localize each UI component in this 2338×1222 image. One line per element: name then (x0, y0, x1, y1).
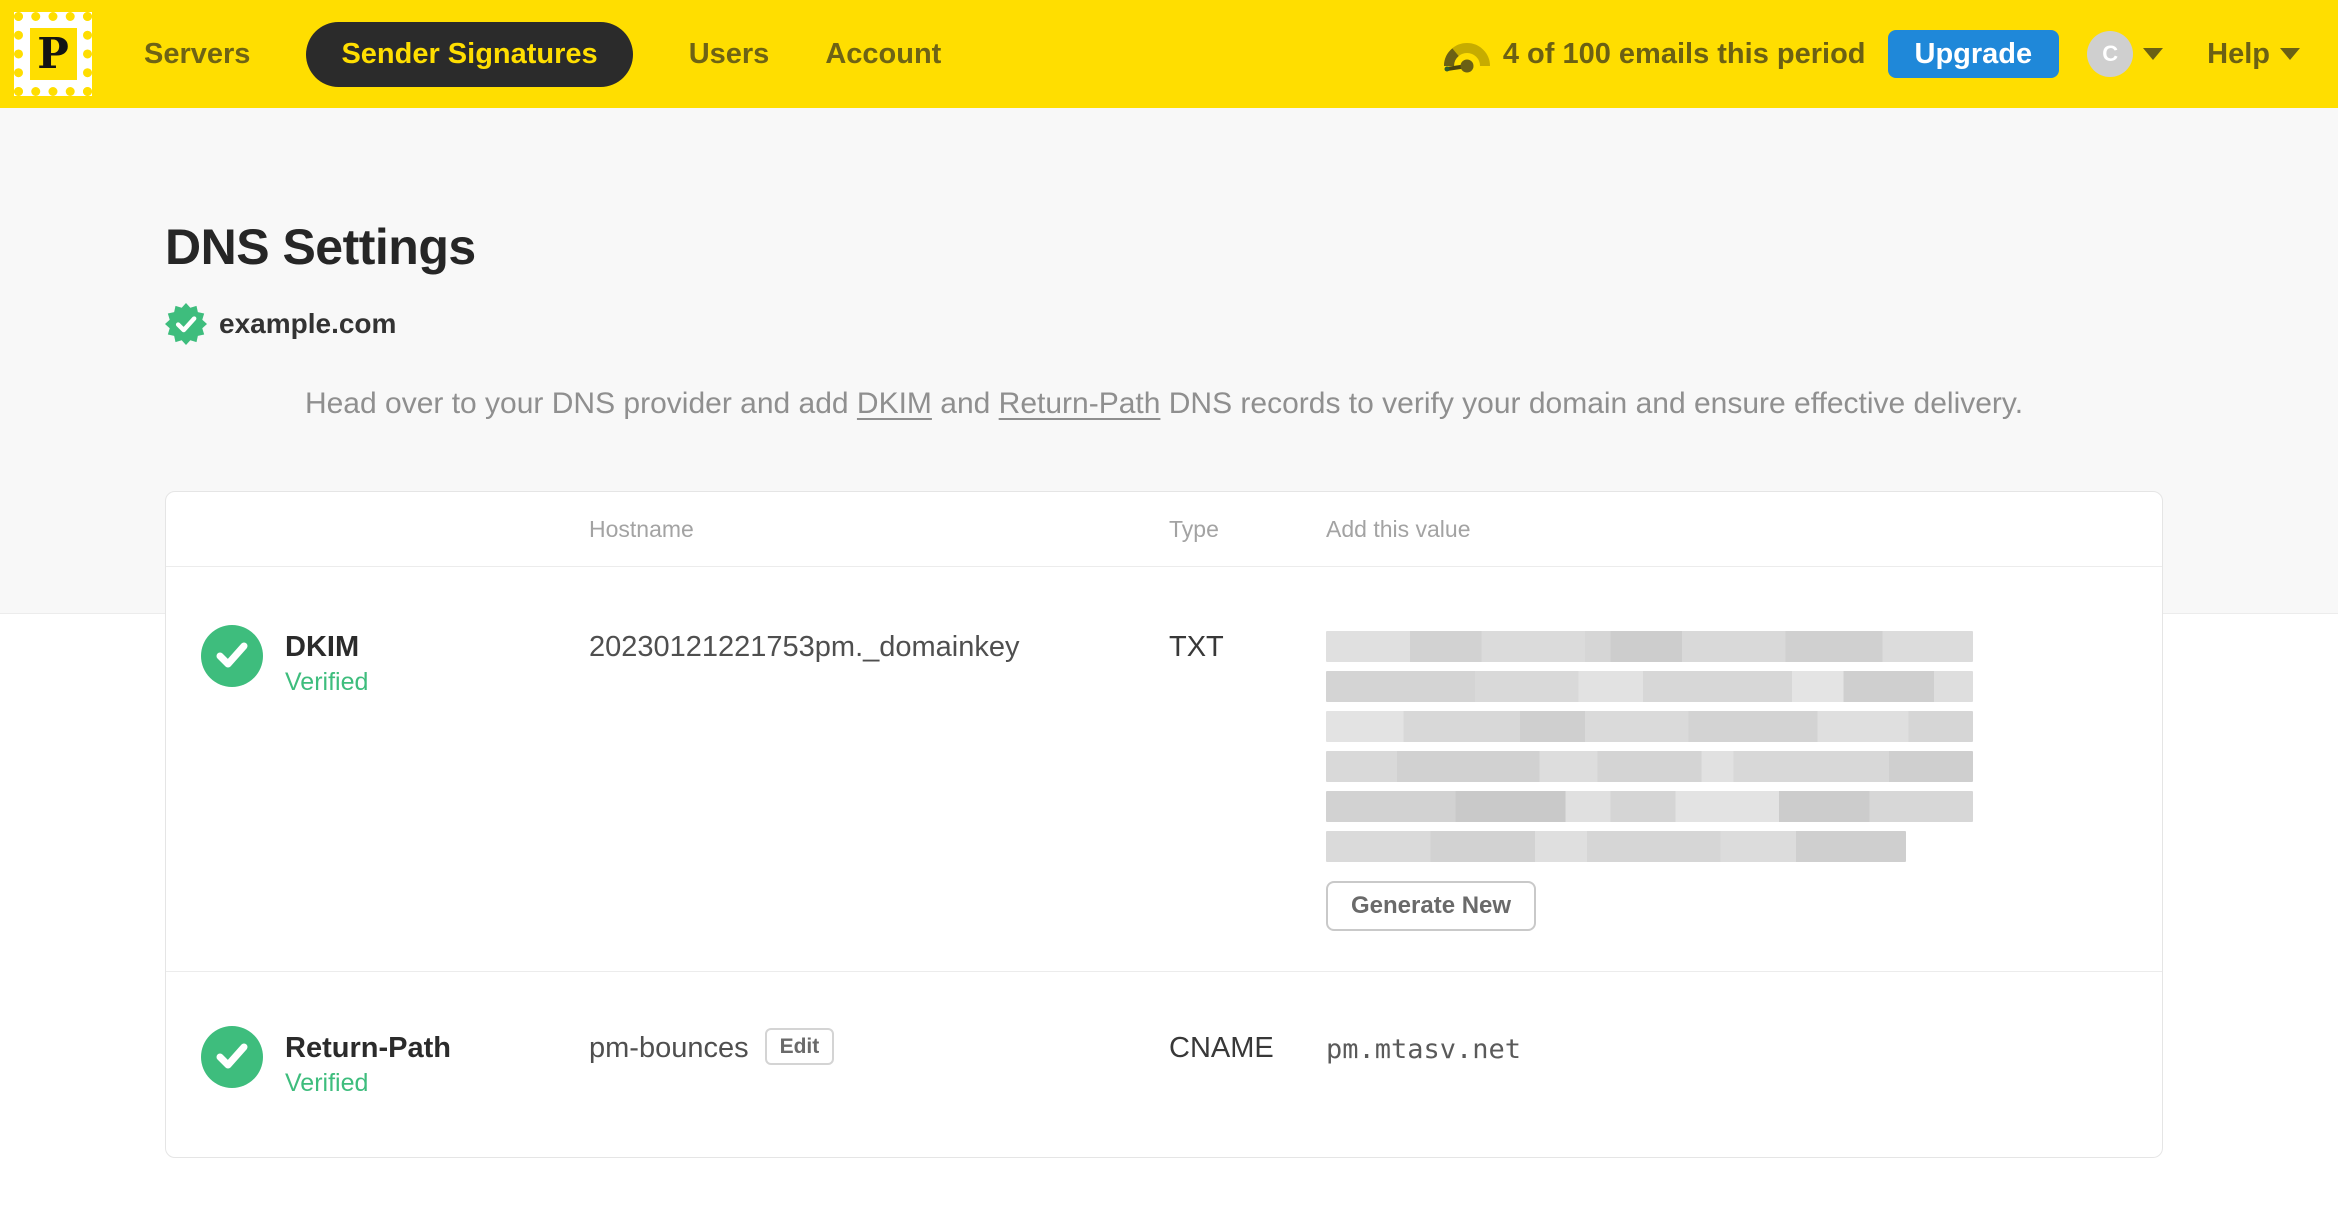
record-status: Verified (285, 668, 369, 696)
dkim-hostname: 20230121221753pm._domainkey (589, 631, 1020, 663)
dkim-link[interactable]: DKIM (857, 387, 932, 420)
nav-item-users[interactable]: Users (689, 38, 770, 71)
nav-item-servers[interactable]: Servers (144, 38, 250, 71)
verified-check-icon (201, 1026, 263, 1088)
page-title: DNS Settings (165, 219, 476, 275)
upgrade-button[interactable]: Upgrade (1887, 30, 2060, 78)
usage-counter: 4 of 100 emails this period (1502, 37, 1866, 70)
postmark-logo[interactable]: P (14, 12, 92, 96)
redacted-line (1326, 791, 1973, 822)
return-path-name-cell: Return-Path Verified (166, 1026, 589, 1117)
record-name: DKIM (285, 631, 360, 663)
verified-seal-icon (165, 303, 207, 345)
dkim-type: TXT (1169, 631, 1224, 663)
redacted-line (1326, 711, 1973, 742)
nav-right-group: 4 of 100 emails this period Upgrade C He… (1443, 30, 2300, 78)
table-row-dkim: DKIM Verified 20230121221753pm._domainke… (166, 567, 2162, 972)
return-path-type: CNAME (1169, 1032, 1274, 1064)
help-label: Help (2207, 37, 2270, 70)
redacted-line (1326, 631, 1973, 662)
return-path-value: pm.mtasv.net (1326, 1034, 1522, 1065)
record-name: Return-Path (285, 1032, 451, 1064)
avatar-chevron-down-icon (2143, 48, 2164, 60)
main-content: DNS Settings example.com Head over to yo… (0, 108, 2338, 1158)
account-menu[interactable]: C (2087, 31, 2164, 77)
header-hostname: Hostname (589, 515, 694, 542)
return-path-hostname-cell: pm-bounces Edit (589, 1028, 1169, 1117)
nav-item-account[interactable]: Account (825, 38, 941, 71)
redacted-line (1326, 751, 1973, 782)
domain-name: example.com (219, 308, 397, 339)
redacted-line (1326, 831, 1906, 862)
intro-text: Head over to your DNS provider and add D… (165, 380, 2163, 427)
table-header-row: Hostname Type Add this value (166, 492, 2162, 567)
verified-domain: example.com (165, 302, 2163, 346)
dkim-value-cell: Generate New (1326, 631, 2162, 931)
record-status: Verified (285, 1069, 369, 1097)
intro-part1: Head over to your DNS provider and add (304, 387, 857, 420)
dkim-redacted-value (1326, 631, 1973, 862)
postmark-logo-letter: P (29, 28, 77, 80)
help-menu[interactable]: Help (2207, 38, 2300, 71)
header-type: Type (1169, 515, 1219, 542)
redacted-line (1326, 671, 1973, 702)
dns-records-card: Hostname Type Add this value DKIM Verifi… (165, 491, 2163, 1158)
intro-part3: DNS records to verify your domain and en… (1160, 387, 2024, 420)
verified-check-icon (201, 625, 263, 687)
nav-item-sender-signatures[interactable]: Sender Signatures (306, 21, 633, 87)
return-path-link[interactable]: Return-Path (999, 387, 1161, 420)
return-path-hostname: pm-bounces (589, 1032, 749, 1064)
intro-part2: and (931, 387, 999, 420)
help-chevron-down-icon (2280, 48, 2300, 60)
header-add-this-value: Add this value (1326, 515, 1471, 542)
top-navbar: P Servers Sender Signatures Users Accoun… (0, 0, 2338, 108)
table-row-return-path: Return-Path Verified pm-bounces Edit CNA… (166, 972, 2162, 1157)
dkim-name-cell: DKIM Verified (166, 625, 589, 931)
edit-button[interactable]: Edit (764, 1028, 835, 1065)
usage-gauge-icon (1443, 43, 1490, 73)
nav-links: Servers Sender Signatures Users Account (144, 21, 997, 87)
avatar[interactable]: C (2087, 31, 2134, 77)
generate-new-button[interactable]: Generate New (1326, 881, 1537, 931)
